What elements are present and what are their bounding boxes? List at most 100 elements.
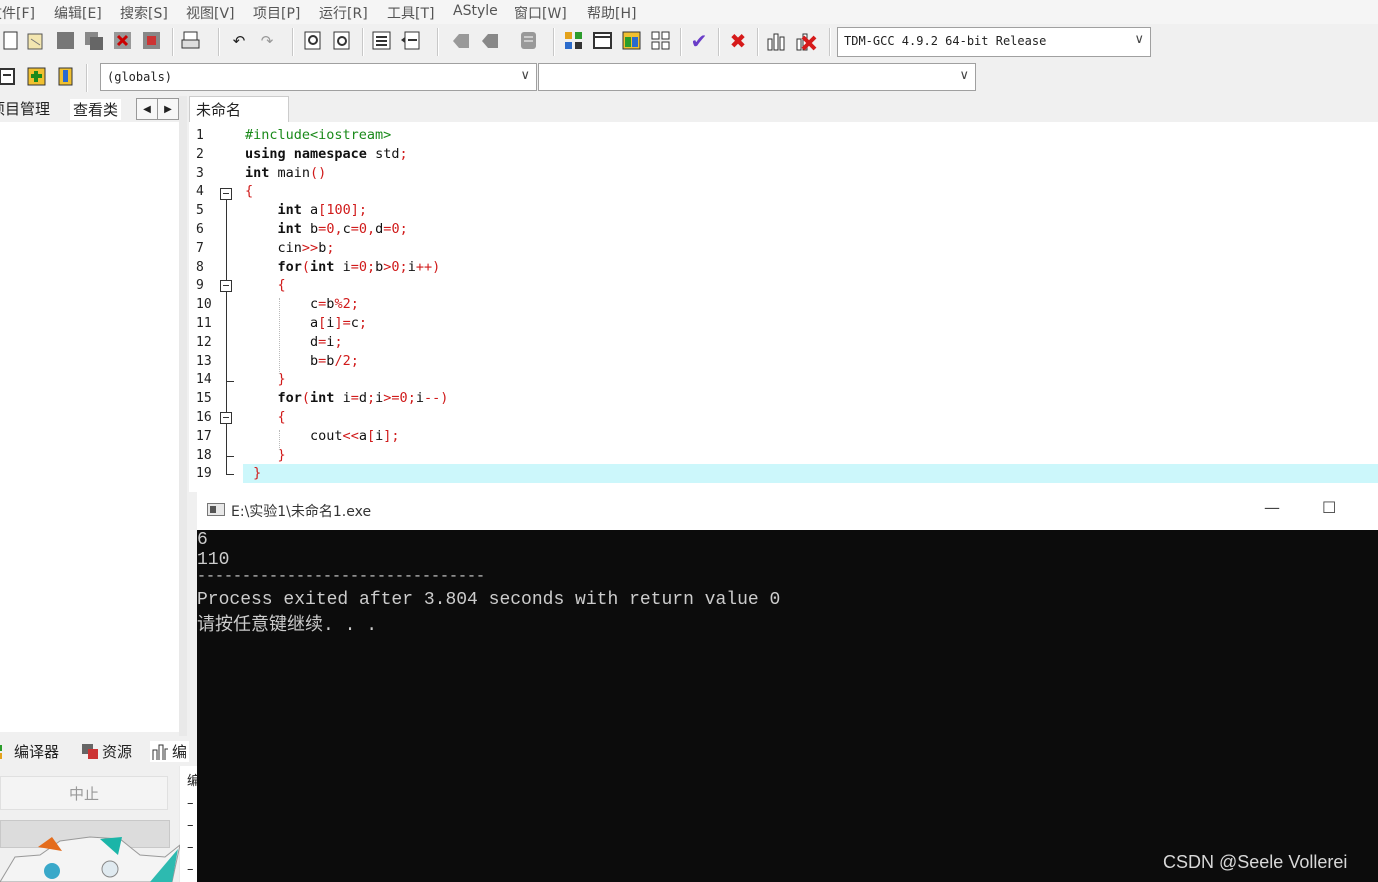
code-line: }	[253, 465, 262, 482]
line-number: 15	[196, 391, 212, 407]
line-number: 11	[196, 316, 212, 331]
line-number: 14	[196, 372, 212, 388]
new-project-icon[interactable]	[563, 30, 585, 52]
log-side-dash: –	[187, 840, 194, 855]
bookmark-forward-icon[interactable]	[479, 30, 501, 52]
code-line: a[i]=c;	[245, 315, 367, 331]
code-line: cout<<a[i];	[245, 427, 400, 444]
symbol-select[interactable]: ∨	[538, 63, 976, 91]
toolbar-separator	[86, 64, 88, 92]
abort-button[interactable]: 中止	[0, 776, 168, 810]
tab-classes[interactable]: 查看类	[70, 99, 122, 120]
toolbar-separator	[172, 28, 174, 56]
tile-icon[interactable]	[650, 30, 672, 52]
tab-resources[interactable]: 资源	[82, 741, 132, 762]
line-number: 2	[196, 146, 204, 162]
close-file-icon[interactable]	[112, 30, 134, 52]
save-all-icon[interactable]	[84, 30, 106, 52]
code-line: {	[277, 277, 286, 294]
menu-run[interactable]: 运行[R]	[319, 3, 368, 23]
delete-icon[interactable]: ✖	[727, 30, 749, 52]
log-side-dash: –	[187, 818, 194, 833]
toolbar-separator	[718, 28, 720, 56]
code-line: int a[100];	[277, 202, 367, 219]
line-number: 8	[196, 259, 204, 275]
tab-compile-log-label: 编	[172, 743, 188, 761]
save-icon[interactable]	[55, 30, 77, 52]
menu-project[interactable]: 项目[P]	[253, 3, 300, 23]
layout-icon[interactable]	[621, 30, 643, 52]
minimize-icon[interactable]: —	[1264, 498, 1280, 517]
scope-select[interactable]: (globals) ∨	[100, 63, 537, 91]
log-side-dash: –	[187, 862, 194, 877]
watermark: CSDN @Seele Vollerei	[1163, 852, 1348, 872]
close-all-icon[interactable]	[141, 30, 163, 52]
compiler-select[interactable]: TDM-GCC 4.9.2 64-bit Release ∨	[837, 27, 1151, 57]
code-line: d=i;	[245, 333, 343, 350]
menu-help[interactable]: 帮助[H]	[587, 3, 636, 23]
scope-select-value: (globals)	[107, 70, 173, 84]
line-number: 17	[196, 428, 212, 444]
chart-icon[interactable]	[766, 30, 788, 52]
tab-compiler[interactable]: 编译器	[0, 741, 59, 762]
code-line: using namespace std;	[245, 145, 408, 162]
tab-resources-label: 资源	[102, 743, 133, 761]
code-line: b=b/2;	[245, 352, 359, 369]
menu-file[interactable]: 文件[F]	[0, 3, 35, 23]
tab-project[interactable]: 项目管理	[0, 98, 50, 119]
menu-window[interactable]: 窗口[W]	[514, 3, 567, 23]
code-line: #include<iostream>	[245, 127, 392, 143]
code-line: {	[245, 183, 254, 200]
tab-scroll-right-icon[interactable]: ▶	[157, 98, 179, 120]
project-tree[interactable]	[0, 122, 179, 732]
menu-search[interactable]: 搜索[S]	[120, 3, 168, 23]
undo-icon[interactable]: ↶	[228, 30, 250, 52]
indent-icon[interactable]	[371, 30, 393, 52]
menu-tools[interactable]: 工具[T]	[387, 3, 434, 23]
goto-icon[interactable]	[518, 30, 540, 52]
line-number: 9	[196, 278, 204, 294]
maximize-icon[interactable]: ☐	[1322, 498, 1336, 517]
debug-icon[interactable]	[795, 30, 817, 52]
compiler-select-value: TDM-GCC 4.9.2 64-bit Release	[844, 34, 1047, 48]
tab-file[interactable]: 未命名1.cpp	[189, 96, 289, 138]
redo-icon[interactable]: ↷	[256, 30, 278, 52]
menu-bar: 文件[F] 编辑[E] 搜索[S] 视图[V] 项目[P] 运行[R] 工具[T…	[0, 0, 1378, 24]
indent-guide	[279, 430, 280, 450]
fold-toggle-icon[interactable]	[220, 280, 232, 292]
replace-icon[interactable]	[332, 30, 354, 52]
class-browser-icon[interactable]	[0, 66, 20, 88]
tab-compiler-label: 编译器	[14, 743, 60, 761]
tab-compile-log[interactable]: 编	[150, 741, 190, 762]
menu-astyle[interactable]: AStyle	[453, 3, 498, 19]
open-file-icon[interactable]	[25, 30, 47, 52]
remove-file-icon[interactable]	[55, 66, 77, 88]
compiler-icon	[0, 744, 2, 759]
tab-scroll-left-icon[interactable]: ◀	[136, 98, 158, 120]
line-number: 16	[196, 410, 212, 425]
toolbar-separator	[292, 28, 294, 56]
add-file-icon[interactable]	[26, 66, 48, 88]
code-line: int main()	[245, 164, 327, 181]
console-titlebar[interactable]	[197, 492, 1378, 530]
code-line: int b=0,c=0,d=0;	[277, 221, 408, 237]
unindent-icon[interactable]	[399, 30, 421, 52]
new-file-icon[interactable]	[0, 30, 22, 52]
bookmark-back-icon[interactable]	[450, 30, 472, 52]
chevron-down-icon: ∨	[959, 68, 969, 83]
fold-toggle-icon[interactable]	[220, 412, 232, 424]
compile-log-icon	[152, 744, 168, 760]
menu-edit[interactable]: 编辑[E]	[54, 3, 102, 23]
check-syntax-icon[interactable]: ✔	[688, 30, 710, 52]
console-line: --------------------------------	[197, 568, 486, 585]
window-icon[interactable]	[592, 30, 614, 52]
find-icon[interactable]	[303, 30, 325, 52]
console-line: 110	[197, 550, 230, 570]
toolbar-separator	[680, 28, 682, 56]
print-icon[interactable]	[180, 30, 202, 52]
code-line: for(int i=0;b>0;i++)	[277, 258, 441, 275]
line-number: 13	[196, 353, 212, 369]
menu-view[interactable]: 视图[V]	[186, 3, 235, 23]
fold-toggle-icon[interactable]	[220, 188, 232, 200]
toolbar-separator	[829, 28, 831, 56]
